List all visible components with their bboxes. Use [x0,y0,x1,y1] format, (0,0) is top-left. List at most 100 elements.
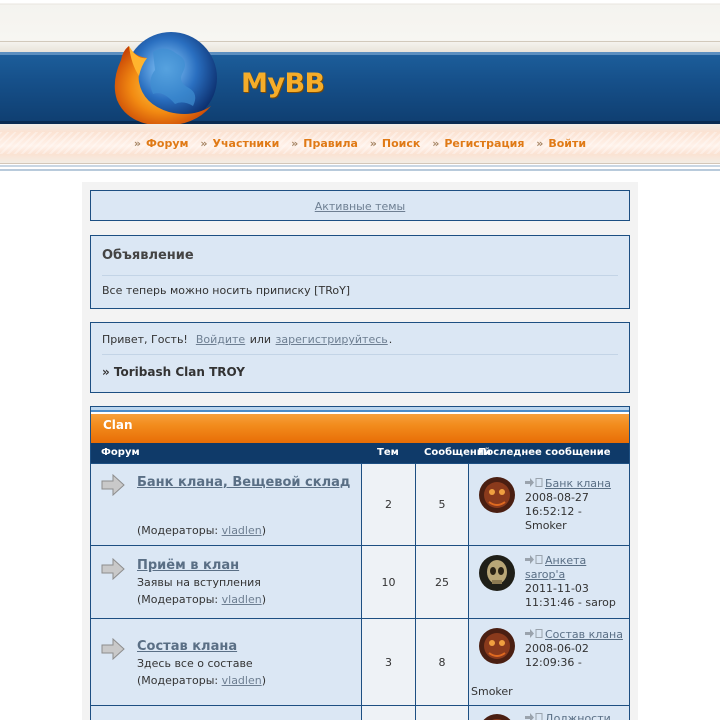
forum-status-cell [91,619,131,705]
forum-read-arrow-icon [101,638,125,660]
divider [102,275,618,276]
moderators-label: (Модераторы: [137,674,219,687]
flame-face-avatar-icon [479,477,515,513]
active-topics-link[interactable]: Активные темы [315,200,406,213]
forum-moderators: (Модераторы: vladlen) [137,674,266,687]
last-post-cell: Банк клана 2008-08-27 16:52:12 - Smoker [469,464,629,545]
menu-item-label: Участники [212,137,280,150]
menu-item-login[interactable]: » Войти [536,137,586,150]
welcome-line: Привет, Гость! Войдите или зарегистрируй… [102,333,618,346]
menu-item-label: Форум [146,137,189,150]
welcome-box: Привет, Гость! Войдите или зарегистрируй… [90,322,630,393]
skull-avatar[interactable] [479,555,515,591]
thread-count: 10 [381,576,396,589]
forum-read-arrow-icon [101,558,125,580]
flame-face-avatar[interactable] [479,714,515,720]
flame-face-avatar[interactable] [479,477,515,513]
main-menu-bar: » Форум » Участники » Правила » Поиск » Регис… [0,124,720,164]
forum-status-cell [91,464,131,545]
threads-cell: 10 [362,546,415,618]
post-count: 25 [435,576,449,589]
thread-count: 2 [385,498,392,511]
last-post-title[interactable]: Банк клана [545,477,611,490]
forum-status-cell [91,546,131,618]
menu-item-label: Поиск [381,137,421,150]
last-post-info: Анкета sarop'a 2011-11-03 11:31:46 - sar… [525,554,625,610]
forum-row: Банк клана, Вещевой склад (Модераторы: v… [91,464,629,545]
forum-title-link[interactable]: Приём в клан [137,557,357,574]
raquo-icon: » [200,137,208,150]
active-topics-box: Активные темы [90,190,630,221]
go-to-post-icon[interactable] [525,713,543,720]
raquo-icon: » [369,137,377,150]
posts-cell: 8 [416,619,468,705]
raquo-icon: » [291,137,299,150]
forum-row: Приём в клан Заявы на вступления (Модера… [91,546,629,618]
period-text: . [388,333,393,346]
last-post-cell: Должности [469,706,629,720]
raquo-icon: » [536,137,544,150]
raquo-icon: » [432,137,440,150]
menu-item-rules[interactable]: » Правила [291,137,358,150]
column-last-post: Последнее сообщение [478,447,611,458]
divider [102,354,618,355]
category-header[interactable]: Clan [91,407,629,443]
forum-moderators: (Модераторы: vladlen) [137,593,266,606]
last-post-time: 11:31:46 - sarop [525,596,616,609]
flame-face-avatar[interactable] [479,628,515,664]
category-title[interactable]: Clan [103,418,133,432]
moderator-link[interactable]: vladlen [222,674,262,687]
threads-cell [362,706,415,720]
last-post-title[interactable]: Должности [545,712,611,720]
last-post-date: 2008-08-27 [525,491,589,504]
moderators-label: (Модераторы: [137,524,219,537]
menu-item-label: Регистрация [444,137,525,150]
last-post-cell: Состав клана 2008-06-02 12:09:36 - Smoke… [469,619,629,705]
forum-title-link[interactable]: Банк клана, Вещевой склад [137,474,357,491]
forum-description: Здесь все о составе [137,657,253,670]
menu-item-search[interactable]: » Поиск [370,137,421,150]
last-post-info: Состав клана 2008-06-02 12:09:36 - [525,628,625,670]
main-container: Активные темы Объявление Все теперь можн… [82,182,638,720]
menu-item-members[interactable]: » Участники [200,137,279,150]
posts-cell: 25 [416,546,468,618]
breadcrumb[interactable]: » Toribash Clan TROY [102,365,618,379]
last-post-author[interactable]: Smoker [471,685,513,698]
go-to-post-icon[interactable] [525,478,543,487]
column-forum: Форум [101,447,140,458]
forum-title-link[interactable]: Состав клана [137,638,357,655]
column-threads: Тем [377,447,399,458]
moderators-label: (Модераторы: [137,593,219,606]
last-post-date: 2011-11-03 [525,582,589,595]
last-post-time: 16:52:12 - [525,505,582,518]
go-to-post-icon[interactable] [525,629,543,638]
forum-row: Должности [91,706,629,720]
flame-face-avatar-icon [479,714,515,720]
threads-cell: 3 [362,619,415,705]
header-divider [0,165,720,175]
moderator-link[interactable]: vladlen [222,593,262,606]
forum-moderators: (Модераторы: vladlen) [137,524,266,537]
last-post-title[interactable]: Состав клана [545,628,623,641]
login-link[interactable]: Войдите [196,333,245,346]
column-header-row: Форум Тем Сообщений Последнее сообщение [91,443,629,463]
moderators-close: ) [261,674,267,687]
last-post-info: Банк клана 2008-08-27 16:52:12 - Smoker [525,477,625,533]
announcement-text: Все теперь можно носить приписку [TRoY] [102,284,351,297]
post-count: 5 [438,498,446,511]
posts-cell: 5 [416,464,468,545]
menu-item-register[interactable]: » Регистрация [432,137,524,150]
last-post-info: Должности [525,712,625,720]
forum-info-cell [131,706,361,720]
menu-item-forum[interactable]: » Форум [134,137,189,150]
last-post-author[interactable]: Smoker [525,519,567,532]
flame-face-avatar-icon [479,628,515,664]
last-post-time: 12:09:36 - [525,656,582,669]
forum-info-cell: Состав клана Здесь все о составе (Модера… [131,619,361,705]
post-count: 8 [438,656,446,669]
register-link[interactable]: зарегистрируйтесь [276,333,388,346]
go-to-post-icon[interactable] [525,555,543,564]
skull-avatar-icon [479,555,515,591]
moderator-link[interactable]: vladlen [222,524,262,537]
guest-greeting: Привет, Гость! [102,333,188,346]
